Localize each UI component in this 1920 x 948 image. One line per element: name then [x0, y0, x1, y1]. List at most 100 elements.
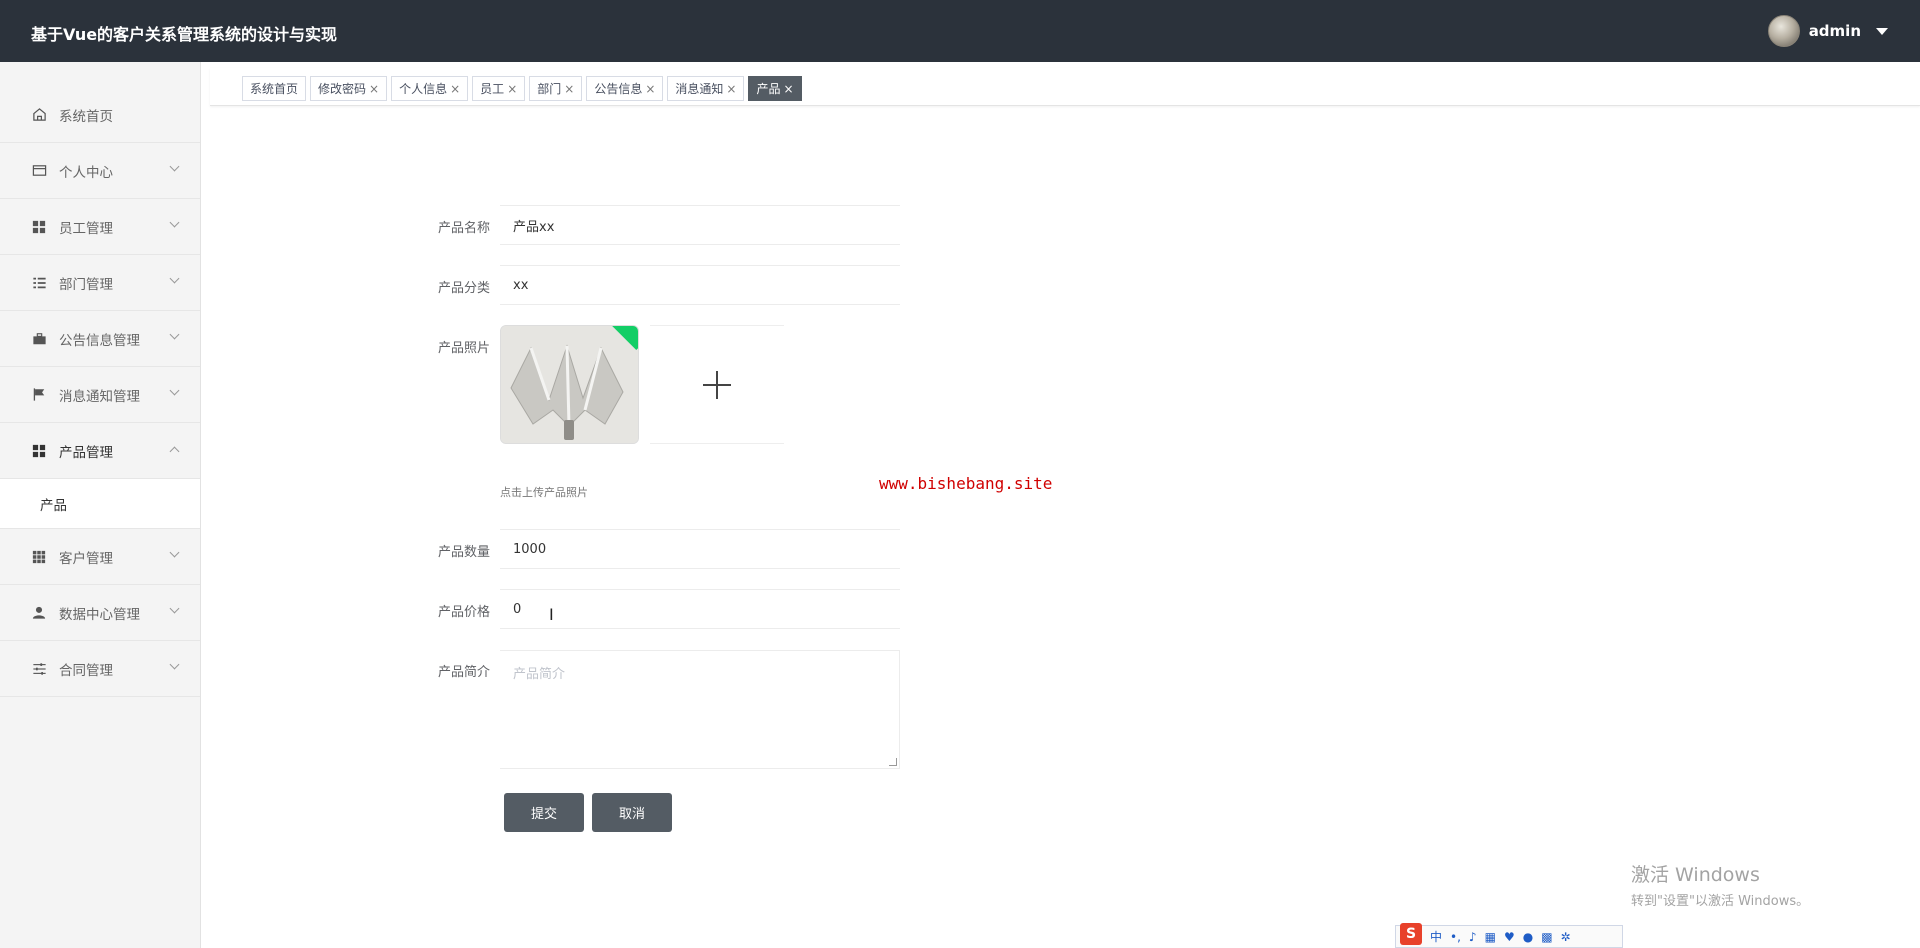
tab-label: 系统首页	[250, 82, 299, 96]
chevron-down-icon	[169, 603, 180, 614]
sidebar-subitem-product[interactable]: 产品	[0, 479, 200, 529]
sidebar-item-data-center[interactable]: 数据中心管理	[0, 585, 200, 641]
submit-button[interactable]: 提交	[504, 793, 584, 832]
sidebar-item-label: 客户管理	[59, 550, 113, 567]
upload-tip: 点击上传产品照片	[500, 486, 588, 499]
tab-departments[interactable]: 部门 ×	[529, 76, 583, 101]
robot-icon[interactable]: ●	[1523, 930, 1533, 944]
chevron-down-icon	[169, 161, 180, 172]
home-icon	[31, 107, 47, 123]
windows-activation-notice: 激活 Windows 转到"设置"以激活 Windows。	[1631, 860, 1809, 909]
watermark-text: www.bishebang.site	[879, 474, 1053, 493]
product-photo-label: 产品照片	[437, 341, 490, 356]
product-quantity-input[interactable]: 1000	[500, 529, 900, 569]
punctuation-icon[interactable]: •,	[1450, 930, 1461, 944]
ime-toolbar[interactable]: S 中 •, ♪ ▦ ♥ ● ▩ ✲	[1395, 922, 1623, 948]
sidebar-item-label: 产品管理	[59, 444, 113, 461]
sidebar-item-employees[interactable]: 员工管理	[0, 199, 200, 255]
tab-label: 部门	[537, 82, 562, 96]
grid-icon	[31, 443, 47, 459]
resize-handle-icon[interactable]	[889, 758, 897, 766]
close-icon[interactable]: ×	[784, 82, 794, 96]
tabs-bar: 系统首页 修改密码 × 个人信息 × 员工 × 部门 × 公告信息 × 消息通知 × 产品 ×	[210, 68, 1920, 106]
tab-employees[interactable]: 员工 ×	[472, 76, 526, 101]
sidebar-item-label: 员工管理	[59, 220, 113, 237]
sidebar-item-label: 消息通知管理	[59, 388, 140, 405]
tab-messages[interactable]: 消息通知 ×	[667, 76, 745, 101]
sidebar-item-messages[interactable]: 消息通知管理	[0, 367, 200, 423]
sidebar-item-label: 公告信息管理	[59, 332, 140, 349]
chevron-down-icon	[169, 273, 180, 284]
sidebar: 系统首页 个人中心 员工管理 部门管理 公告信息管理 消息通知管理 产品管理 产…	[0, 62, 201, 948]
avatar[interactable]	[1767, 15, 1800, 47]
tab-label: 修改密码	[318, 82, 367, 96]
sidebar-item-label: 数据中心管理	[59, 606, 140, 623]
product-name-input[interactable]: 产品xx	[500, 205, 900, 245]
top-header: 基于Vue的客户关系管理系统的设计与实现 admin	[0, 0, 1920, 62]
app-title: 基于Vue的客户关系管理系统的设计与实现	[31, 25, 338, 44]
sidebar-item-contracts[interactable]: 合同管理	[0, 641, 200, 697]
sogou-logo[interactable]: S	[1400, 922, 1422, 945]
sidebar-item-products[interactable]: 产品管理	[0, 423, 200, 479]
windows-activation-hint: 转到"设置"以激活 Windows。	[1631, 894, 1810, 909]
user-icon	[31, 605, 47, 621]
sidebar-item-label: 个人中心	[59, 164, 113, 181]
product-intro-label: 产品简介	[437, 665, 490, 680]
flag-icon	[31, 387, 47, 403]
sidebar-item-departments[interactable]: 部门管理	[0, 255, 200, 311]
cancel-button[interactable]: 取消	[592, 793, 672, 832]
tab-label: 员工	[480, 82, 505, 96]
caret-down-icon[interactable]	[1876, 27, 1888, 35]
user-menu[interactable]: admin	[1767, 15, 1888, 47]
tab-label: 消息通知	[675, 82, 724, 96]
product-price-input[interactable]: 0	[500, 589, 900, 629]
sidebar-item-personal[interactable]: 个人中心	[0, 143, 200, 199]
sliders-icon	[31, 661, 47, 677]
sidebar-item-home[interactable]: 系统首页	[0, 87, 200, 143]
product-category-label: 产品分类	[437, 281, 490, 296]
close-icon[interactable]: ×	[726, 82, 736, 96]
tab-product[interactable]: 产品 ×	[748, 76, 802, 101]
chevron-down-icon	[169, 547, 180, 558]
ime-mode[interactable]: 中	[1430, 928, 1442, 945]
grid-icon	[31, 219, 47, 235]
tab-home[interactable]: 系统首页	[242, 76, 307, 101]
product-price-label: 产品价格	[437, 605, 490, 620]
chevron-down-icon	[169, 329, 180, 340]
close-icon[interactable]: ×	[450, 82, 460, 96]
sidebar-item-label: 合同管理	[59, 662, 113, 679]
wallet-icon	[31, 163, 47, 179]
sidebar-item-announcements[interactable]: 公告信息管理	[0, 311, 200, 367]
upload-add-button[interactable]	[650, 325, 784, 444]
tab-personal-info[interactable]: 个人信息 ×	[391, 76, 469, 101]
close-icon[interactable]: ×	[645, 82, 655, 96]
product-category-input[interactable]: xx	[500, 265, 900, 305]
chevron-down-icon	[169, 217, 180, 228]
tab-label: 公告信息	[594, 82, 643, 96]
microphone-icon[interactable]: ♪	[1469, 930, 1477, 944]
settings-icon[interactable]: ✲	[1561, 930, 1571, 944]
toolbox-icon[interactable]: ▩	[1541, 930, 1552, 944]
skin-icon[interactable]: ♥	[1504, 930, 1515, 944]
close-icon[interactable]: ×	[564, 82, 574, 96]
product-intro-textarea[interactable]: 产品简介	[500, 650, 900, 769]
tab-change-password[interactable]: 修改密码 ×	[310, 76, 388, 101]
text-cursor-icon: I	[549, 605, 554, 624]
close-icon[interactable]: ×	[507, 82, 517, 96]
sidebar-item-customers[interactable]: 客户管理	[0, 529, 200, 585]
tab-announcements[interactable]: 公告信息 ×	[586, 76, 664, 101]
username[interactable]: admin	[1809, 22, 1861, 40]
product-name-label: 产品名称	[437, 221, 490, 236]
product-photo-thumbnail[interactable]	[500, 325, 639, 444]
sidebar-item-label: 系统首页	[59, 108, 113, 125]
windows-activation-title: 激活 Windows	[1631, 864, 1760, 886]
tab-label: 个人信息	[399, 82, 448, 96]
keyboard-icon[interactable]: ▦	[1485, 930, 1496, 944]
list-icon	[31, 275, 47, 291]
tab-label: 产品	[756, 82, 781, 96]
chevron-down-icon	[169, 385, 180, 396]
close-icon[interactable]: ×	[369, 82, 379, 96]
textarea-placeholder: 产品简介	[513, 667, 566, 682]
plus-icon	[703, 370, 731, 399]
apps-icon	[31, 549, 47, 565]
